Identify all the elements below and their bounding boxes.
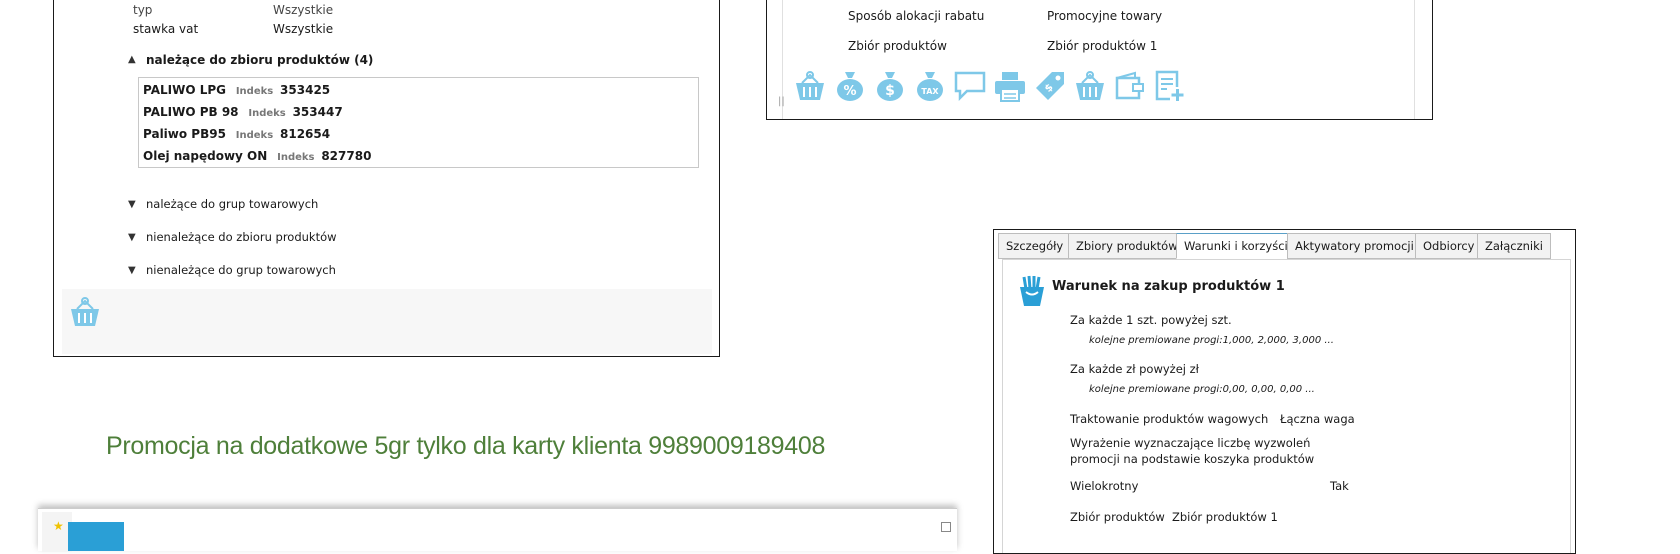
- tab-recipients[interactable]: Odbiorcy: [1415, 233, 1483, 259]
- tab-product-sets[interactable]: Zbiory produktów: [1068, 233, 1186, 259]
- maximize-icon[interactable]: [941, 522, 951, 532]
- section-label: należące do zbioru produktów (4): [146, 53, 374, 67]
- promotion-summary-panel: Sposób alokacji rabatu Promocyjne towary…: [766, 0, 1433, 120]
- document-add-icon[interactable]: [1153, 69, 1187, 103]
- index-label: Indeks: [277, 152, 315, 163]
- threshold-qty-next: kolejne premiowane progi:1,000, 2,000, 3…: [1089, 335, 1334, 346]
- star-icon[interactable]: ★: [53, 519, 64, 533]
- threshold-amount-next: kolejne premiowane progi:0,00, 0,00, 0,0…: [1089, 384, 1315, 395]
- product-name: Olej napędowy ON: [143, 149, 268, 163]
- index-label: Indeks: [248, 108, 286, 119]
- money-bag-tax-icon[interactable]: TAX: [913, 69, 947, 103]
- basket-icon[interactable]: [1073, 69, 1107, 103]
- list-item[interactable]: Paliwo PB95 Indeks 812654: [143, 127, 330, 141]
- product-index: 353447: [292, 105, 343, 119]
- allocation-label: Sposób alokacji rabatu: [848, 9, 985, 23]
- list-item[interactable]: Olej napędowy ON Indeks 827780: [143, 149, 371, 163]
- tab-promotion-activators[interactable]: Aktywatory promocji: [1287, 233, 1422, 259]
- product-filter-panel: typ Wszystkie stawka vat Wszystkie ▲ nal…: [53, 0, 720, 357]
- product-index: 353425: [280, 83, 331, 97]
- window-tab[interactable]: [68, 522, 124, 551]
- tab-attachments[interactable]: Załączniki: [1477, 233, 1551, 259]
- list-item[interactable]: PALIWO LPG Indeks 353425: [143, 83, 330, 97]
- chevron-up-icon: ▲: [128, 54, 136, 65]
- money-bag-percent-icon[interactable]: %: [833, 69, 867, 103]
- threshold-amount: Za każde zł powyżej zł: [1070, 362, 1199, 376]
- section-label: nienależące do grup towarowych: [146, 263, 336, 277]
- tab-details[interactable]: Szczegóły: [998, 233, 1072, 259]
- product-index: 812654: [280, 127, 331, 141]
- basket-icon[interactable]: [793, 69, 827, 103]
- expression-label-line1: Wyrażenie wyznaczające liczbę wyzwoleń: [1070, 436, 1311, 450]
- footer-strip: [62, 289, 712, 354]
- expression-label-line2: promocji na podstawie koszyka produktów: [1070, 452, 1315, 466]
- wallet-icon[interactable]: [1113, 69, 1147, 103]
- multiple-value: Tak: [1330, 479, 1349, 493]
- vat-label: stawka vat: [133, 22, 199, 36]
- basket-icon[interactable]: [68, 295, 102, 329]
- chevron-down-icon: ▼: [128, 232, 136, 243]
- product-name: PALIWO PB 98: [143, 105, 239, 119]
- price-tag-icon[interactable]: $: [1033, 69, 1067, 103]
- product-name: PALIWO LPG: [143, 83, 226, 97]
- resize-handle-icon[interactable]: ||: [778, 96, 785, 107]
- tab-bar: Szczegóły Zbiory produktów Warunki i kor…: [994, 230, 1575, 259]
- allocation-value: Promocyjne towary: [1047, 9, 1163, 23]
- index-label: Indeks: [235, 130, 274, 141]
- tab-conditions-benefits[interactable]: Warunki i korzyści: [1176, 233, 1296, 259]
- type-value: Wszystkie: [273, 3, 334, 17]
- svg-text:$: $: [885, 83, 895, 99]
- chevron-down-icon: ▼: [128, 199, 136, 210]
- product-name: Paliwo PB95: [143, 127, 226, 141]
- bottom-window: ★: [38, 508, 957, 552]
- divider: [1414, 0, 1415, 119]
- index-label: Indeks: [235, 86, 274, 97]
- product-list: PALIWO LPG Indeks 353425 PALIWO PB 98 In…: [138, 77, 699, 168]
- product-set-label: Zbiór produktów: [848, 39, 947, 53]
- multiple-label: Wielokrotny: [1070, 479, 1139, 493]
- product-index: 827780: [321, 149, 372, 163]
- promotion-heading: Promocja na dodatkowe 5gr tylko dla kart…: [106, 432, 826, 460]
- threshold-qty: Za każde 1 szt. powyżej szt.: [1070, 313, 1232, 327]
- chevron-down-icon: ▼: [128, 265, 136, 276]
- type-label: typ: [133, 3, 153, 17]
- product-set-label: Zbiór produktów: [1070, 510, 1165, 524]
- product-set-value: Zbiór produktów 1: [1047, 39, 1158, 53]
- money-bag-dollar-icon[interactable]: $: [873, 69, 907, 103]
- svg-text:TAX: TAX: [921, 87, 939, 96]
- printer-icon[interactable]: [993, 69, 1027, 103]
- promotion-detail-panel: Szczegóły Zbiory produktów Warunki i kor…: [993, 229, 1576, 554]
- weight-label: Traktowanie produktów wagowych: [1070, 412, 1269, 426]
- list-item[interactable]: PALIWO PB 98 Indeks 353447: [143, 105, 343, 119]
- section-label: należące do grup towarowych: [146, 197, 319, 211]
- condition-title: Warunek na zakup produktów 1: [1052, 279, 1285, 294]
- fries-icon: [1020, 275, 1044, 306]
- chat-bubble-icon[interactable]: [953, 69, 987, 103]
- product-set-value: Zbiór produktów 1: [1172, 510, 1278, 524]
- vat-value: Wszystkie: [273, 22, 334, 36]
- section-label: nienależące do zbioru produktów: [146, 230, 337, 244]
- weight-value: Łączna waga: [1280, 412, 1355, 426]
- svg-text:%: %: [843, 84, 856, 99]
